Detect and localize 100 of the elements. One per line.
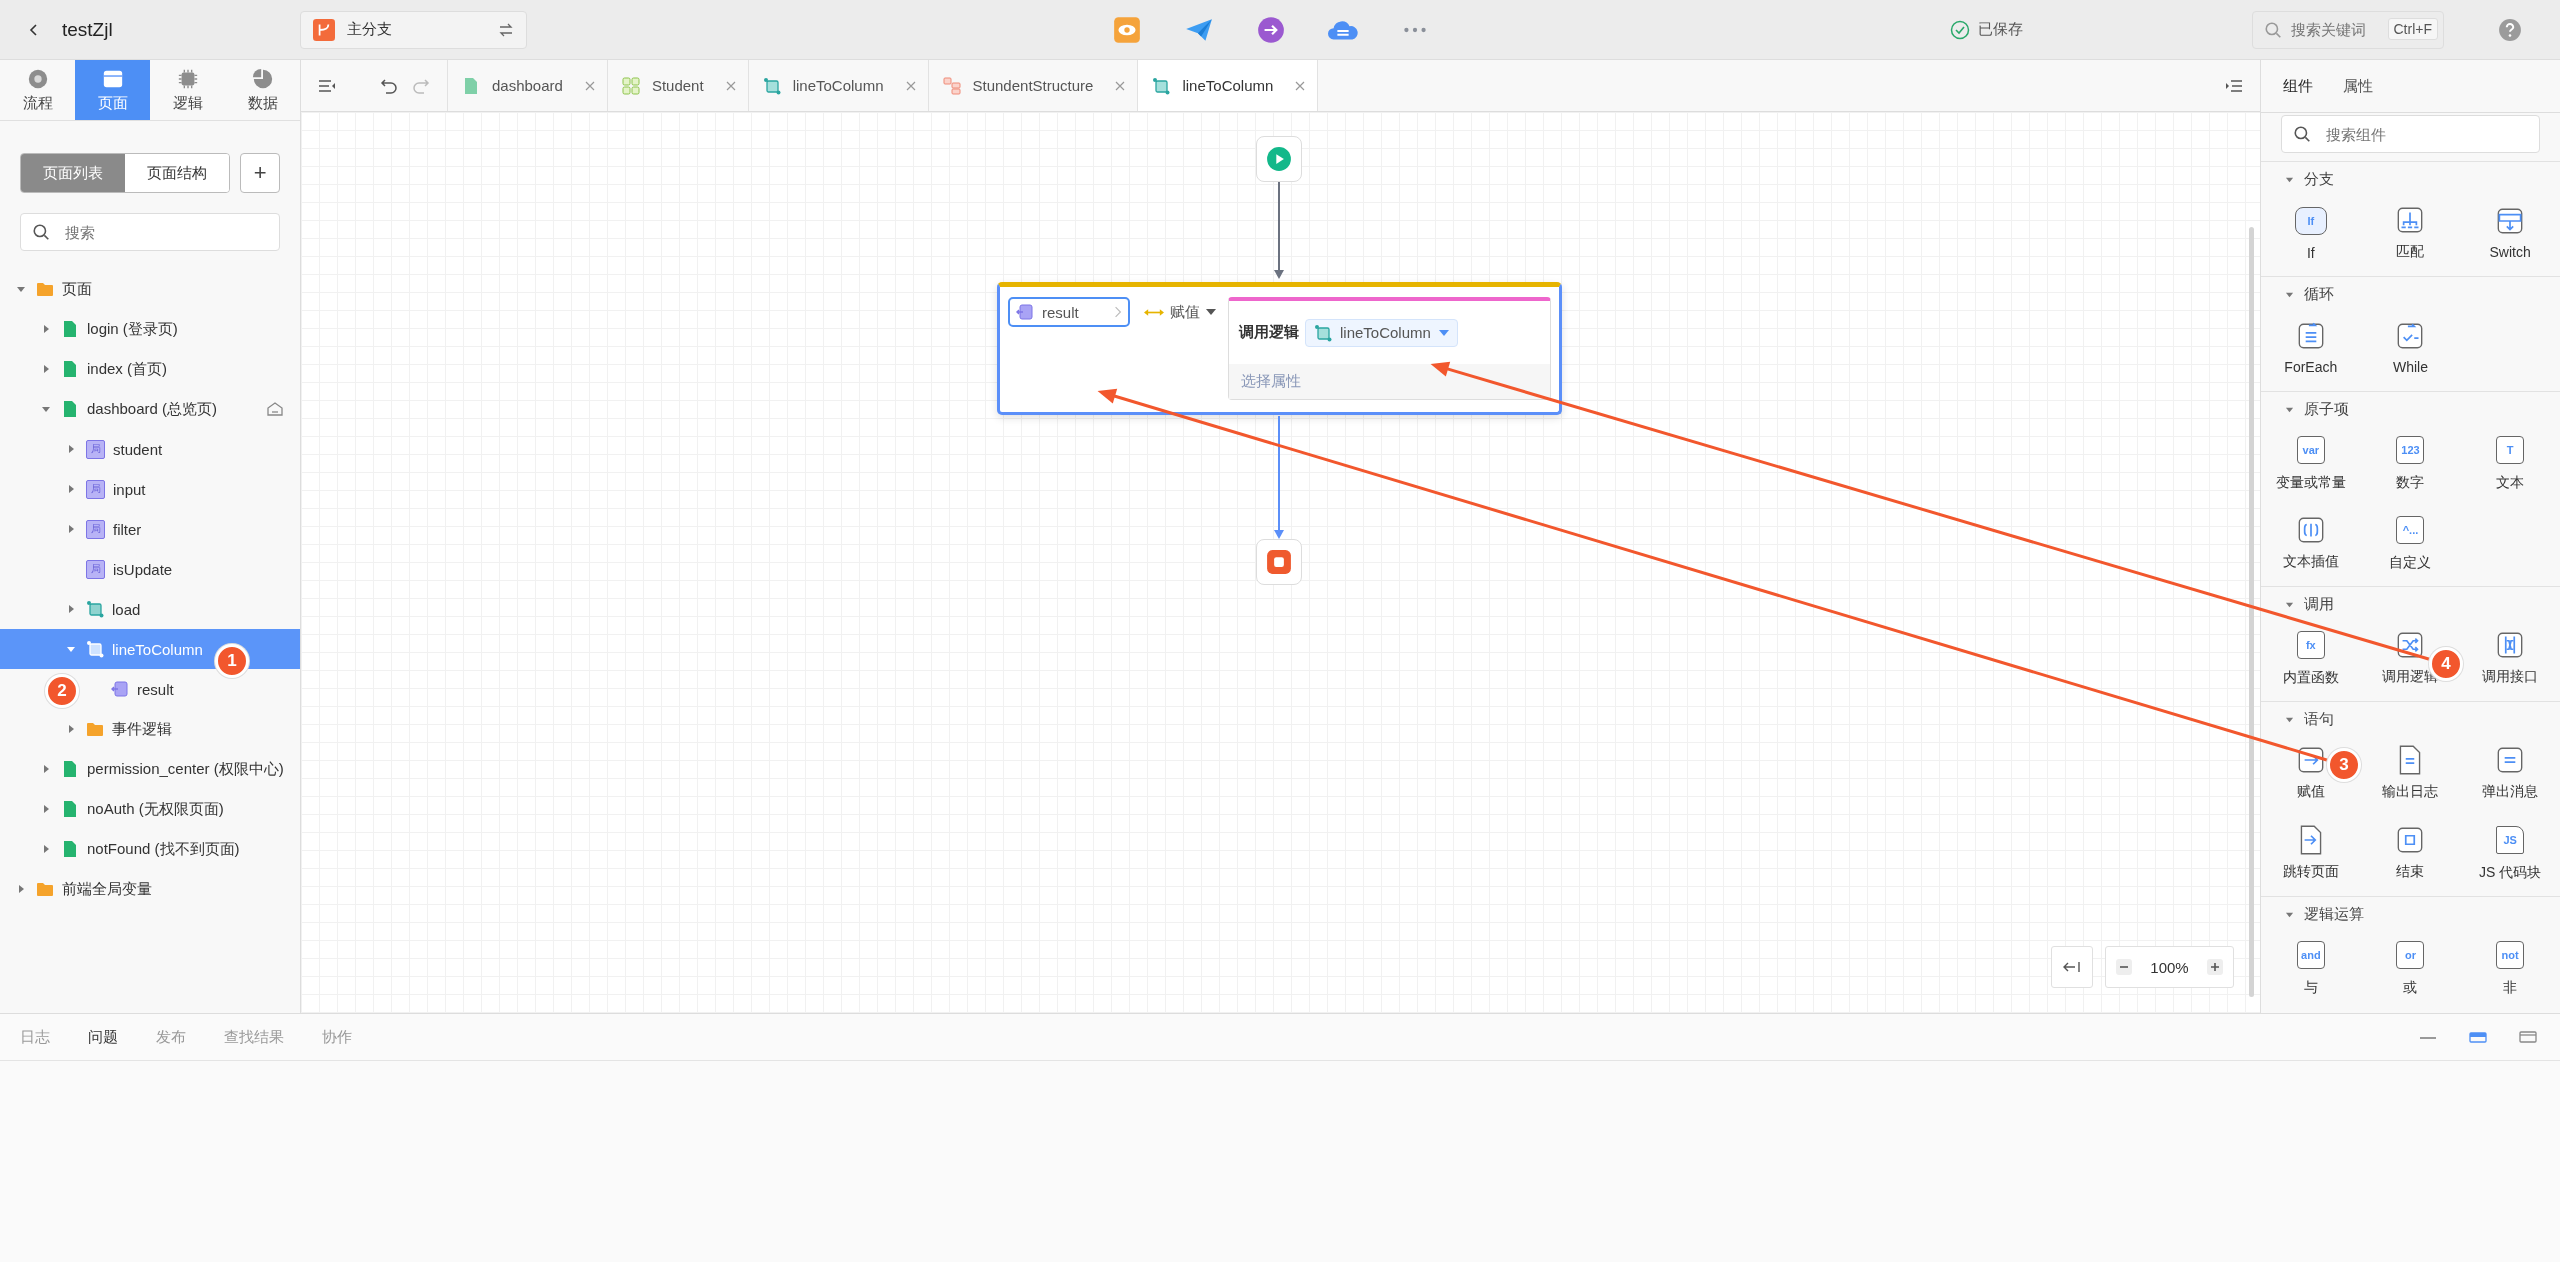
tree-item[interactable]: 局 input — [86, 479, 146, 499]
component-label[interactable]: 弹出消息 — [2482, 783, 2539, 801]
caret-icon[interactable] — [66, 644, 76, 654]
close-icon[interactable] — [725, 80, 736, 91]
tree-item[interactable]: 页面 — [36, 279, 92, 299]
component-label[interactable]: 输出日志 — [2382, 783, 2439, 801]
component-label[interactable]: If — [2306, 245, 2315, 261]
output-variable-icon — [111, 680, 129, 698]
component-label[interactable]: While — [2393, 359, 2428, 375]
chip-icon — [176, 67, 199, 90]
group-title: 原子项 — [2304, 399, 2349, 419]
rail-tab[interactable]: 流程 — [0, 60, 75, 120]
caret-icon[interactable] — [66, 524, 76, 534]
caret-icon[interactable] — [16, 884, 26, 894]
caret-icon[interactable] — [66, 604, 76, 614]
tree-item[interactable]: dashboard (总览页) — [61, 399, 218, 419]
tree-label: 前端全局变量 — [62, 879, 152, 899]
tree-item[interactable]: login (登录页) — [61, 319, 178, 339]
caret-icon[interactable] — [66, 484, 76, 494]
component-label[interactable]: 匹配 — [2396, 243, 2425, 261]
variable-selector[interactable]: result — [1008, 297, 1130, 327]
component-label[interactable]: ForEach — [2284, 359, 2338, 375]
editor-tab[interactable]: lineToColumn — [1137, 60, 1319, 111]
fit-button[interactable] — [2051, 946, 2093, 988]
caret-icon[interactable] — [41, 804, 51, 814]
tree-item[interactable]: 局 filter — [86, 519, 142, 539]
group-title: 分支 — [2304, 169, 2334, 189]
tree-label: lineToColumn — [112, 640, 203, 658]
layout-icon[interactable] — [2518, 1030, 2538, 1044]
tree-item[interactable]: result — [111, 680, 174, 698]
component-label[interactable]: JS 代码块 — [2479, 864, 2542, 882]
branch-selector[interactable]: 主分支 — [300, 10, 527, 49]
tree-item[interactable]: index (首页) — [61, 359, 168, 379]
editor-tab[interactable]: lineToColumn — [747, 60, 928, 111]
rail-tab[interactable]: 逻辑 — [150, 60, 225, 120]
home-icon[interactable] — [266, 400, 284, 418]
caret-icon[interactable] — [41, 764, 51, 774]
tree-label: result — [137, 680, 174, 698]
arrow-circle-icon[interactable] — [1256, 14, 1286, 45]
close-icon[interactable] — [1295, 80, 1306, 91]
component-label[interactable]: 数字 — [2396, 474, 2425, 492]
tree-item[interactable]: load — [86, 600, 141, 618]
search-field[interactable]: 搜索 — [20, 213, 280, 251]
folder-icon — [36, 880, 54, 898]
search-icon — [2264, 20, 2282, 39]
caret-icon[interactable] — [41, 324, 51, 334]
logic-icon — [762, 76, 781, 95]
component-label[interactable]: 内置函数 — [2282, 669, 2339, 687]
search-field[interactable]: 搜索组件 — [2281, 115, 2540, 153]
bottom-tab[interactable]: 问题 — [76, 1021, 130, 1053]
editor-tab[interactable]: Student — [606, 60, 748, 111]
page-icon — [61, 400, 79, 418]
close-icon[interactable] — [905, 80, 916, 91]
component-label[interactable]: 文本插值 — [2282, 553, 2339, 571]
component-label[interactable]: 变量或常量 — [2275, 474, 2346, 492]
caret-icon[interactable] — [41, 364, 51, 374]
zoom-out-icon[interactable] — [2116, 959, 2132, 975]
stop-icon — [1266, 549, 1292, 575]
component-label[interactable]: 与 — [2303, 979, 2318, 997]
caret-icon[interactable] — [66, 724, 76, 734]
tree-label: input — [113, 480, 146, 498]
layout-icon[interactable] — [2468, 1030, 2488, 1044]
tree-item[interactable]: 局 student — [86, 439, 163, 459]
component-label[interactable]: 自定义 — [2389, 554, 2432, 572]
assign-node[interactable]: result 赋值 调用逻辑 lineToColumn 选择属性 — [997, 282, 1562, 415]
panel-tab[interactable]: 组件 — [2273, 70, 2323, 102]
end-node[interactable] — [1256, 539, 1302, 585]
component-label[interactable]: 非 — [2503, 979, 2518, 997]
group-title: 调用 — [2304, 594, 2334, 614]
component-label[interactable]: 赋值 — [2296, 783, 2325, 801]
call-logic-block[interactable]: 调用逻辑 lineToColumn 选择属性 — [1228, 297, 1551, 400]
component-label[interactable]: 跳转页面 — [2282, 863, 2339, 881]
component-label[interactable]: Switch — [2489, 244, 2531, 260]
caret-icon[interactable] — [16, 284, 26, 294]
tree-item[interactable]: 前端全局变量 — [36, 879, 152, 899]
caret-icon[interactable] — [66, 444, 76, 454]
scrollbar[interactable] — [2249, 227, 2254, 997]
zoom-in-icon[interactable] — [2207, 959, 2223, 975]
close-icon[interactable] — [584, 80, 595, 91]
component-label[interactable]: 结束 — [2396, 863, 2425, 881]
operator-dropdown[interactable]: 赋值 — [1144, 297, 1216, 327]
help-icon[interactable] — [2498, 17, 2522, 42]
editor-tab[interactable]: dashboard — [447, 60, 607, 111]
page-icon — [61, 760, 79, 778]
tree-item[interactable]: noAuth (无权限页面) — [61, 799, 224, 819]
tree-label: dashboard (总览页) — [87, 399, 218, 419]
component-label[interactable]: 调用接口 — [2482, 668, 2539, 686]
close-icon[interactable] — [1115, 80, 1126, 91]
logic-dropdown[interactable]: lineToColumn — [1305, 318, 1458, 347]
add-button[interactable]: + — [240, 153, 280, 193]
panel-tab[interactable]: 属性 — [2333, 70, 2383, 102]
caret-icon[interactable] — [41, 404, 51, 414]
tree-item[interactable]: 局 isUpdate — [86, 559, 173, 579]
tree-item[interactable]: 事件逻辑 — [86, 719, 172, 739]
view-switch-tab[interactable]: 页面结构 — [125, 154, 230, 192]
component-label[interactable]: 文本 — [2496, 474, 2525, 492]
rail-tab[interactable]: 数据 — [225, 60, 300, 120]
caret-icon[interactable] — [41, 844, 51, 854]
component-label[interactable]: 或 — [2403, 979, 2418, 997]
start-node[interactable] — [1256, 136, 1302, 182]
